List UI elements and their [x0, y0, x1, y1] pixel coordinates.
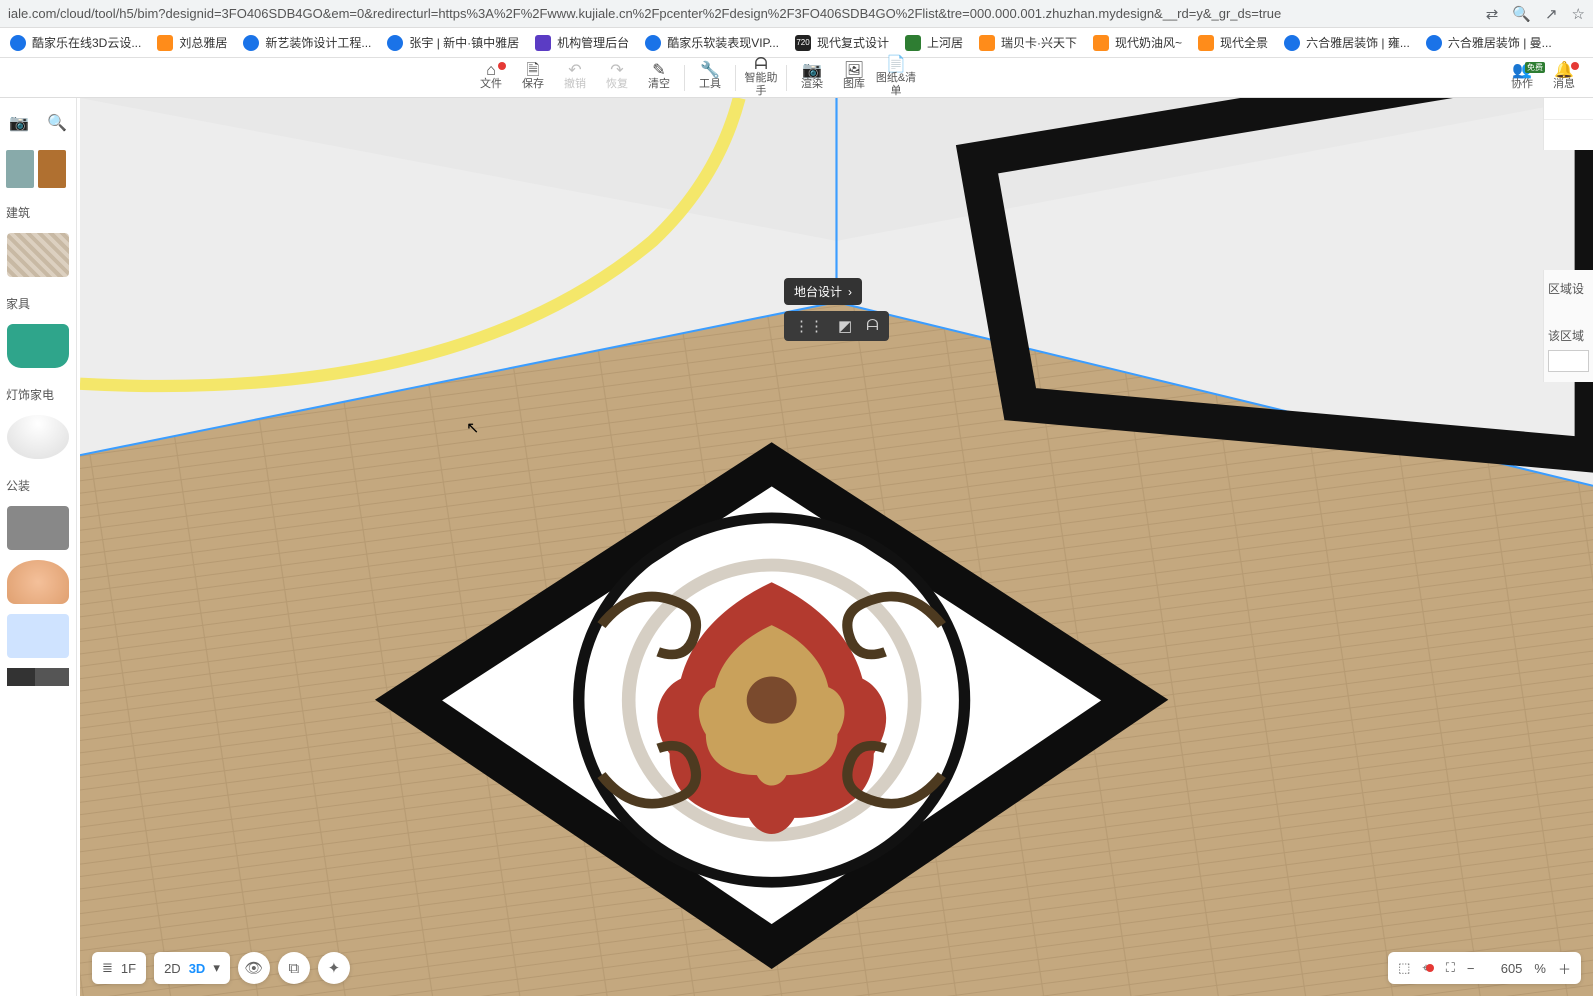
- thumb-figure[interactable]: [7, 560, 69, 604]
- page-url[interactable]: iale.com/cloud/tool/h5/bim?designid=3FO4…: [8, 6, 1486, 21]
- bookmark-item[interactable]: 现代全景: [1194, 32, 1272, 53]
- thumb-misc[interactable]: [7, 614, 69, 658]
- region-panel: 区域设 该区域: [1543, 270, 1593, 382]
- chevron-down-icon: ▾: [213, 960, 220, 976]
- floor-selector[interactable]: ≣ 1F: [92, 952, 146, 984]
- scene-3d[interactable]: [80, 98, 1593, 996]
- region-title: 区域设: [1548, 280, 1589, 297]
- gallery-button[interactable]: 🖼图库: [833, 64, 875, 91]
- bookmark-item[interactable]: 瑞贝卡·兴天下: [975, 32, 1081, 53]
- view-toolbar: ≣ 1F 2D 3D ▾ 👁 ⧉ ✦: [92, 952, 350, 984]
- region-input[interactable]: [1548, 350, 1589, 372]
- app-toolbar: ⌂文件 🗎保存 ↶撤销 ↷恢复 ✎清空 🔧工具 ᗩ智能助手 📷渲染 🖼图库 📄图…: [0, 58, 1593, 98]
- zoom-icon[interactable]: 🔍: [1512, 5, 1531, 23]
- zoom-unit: %: [1534, 961, 1546, 976]
- select-tool-icon[interactable]: ⬚: [1398, 960, 1410, 976]
- thumb-lamp[interactable]: [7, 415, 69, 459]
- translate-icon[interactable]: ⇄: [1486, 5, 1499, 23]
- bookmark-item[interactable]: 上河居: [901, 32, 967, 53]
- bookmark-item[interactable]: 新艺装饰设计工程...: [239, 32, 375, 53]
- zoom-out-button[interactable]: −: [1467, 961, 1475, 976]
- bookmark-item[interactable]: 现代奶油风~: [1089, 32, 1186, 53]
- copy-button[interactable]: ⧉: [278, 952, 310, 984]
- compass-button[interactable]: ✦: [318, 952, 350, 984]
- mode-3d[interactable]: 3D: [189, 961, 206, 976]
- save-button[interactable]: 🗎保存: [512, 64, 554, 91]
- ai-helper-button[interactable]: ᗩ智能助手: [740, 58, 782, 98]
- thumb-switch[interactable]: [7, 668, 69, 686]
- fit-screen-icon[interactable]: ⛶: [1446, 960, 1455, 976]
- cat-furniture[interactable]: 家具: [6, 291, 76, 316]
- left-sidebar: 📷 🔍 建筑 家具 灯饰家电 公装: [0, 98, 77, 996]
- view-mode-toggle[interactable]: 2D 3D ▾: [154, 952, 230, 984]
- bookmark-item[interactable]: 720现代复式设计: [791, 32, 893, 53]
- zoom-value: 605: [1486, 961, 1522, 976]
- bookmark-item[interactable]: 六合雅居装饰 | 曼...: [1422, 32, 1556, 53]
- drag-handle-icon[interactable]: ⋮⋮: [794, 317, 824, 335]
- search-icon[interactable]: 🔍: [47, 113, 67, 133]
- thumb-table[interactable]: [7, 506, 69, 550]
- material-thumb[interactable]: [38, 150, 66, 188]
- mode-2d[interactable]: 2D: [164, 961, 181, 976]
- browser-url-bar: iale.com/cloud/tool/h5/bim?designid=3FO4…: [0, 0, 1593, 28]
- camera-icon[interactable]: 📷: [9, 113, 29, 133]
- bookmarks-bar: 酷家乐在线3D云设... 刘总雅居 新艺装饰设计工程... 张宇 | 新中·镇中…: [0, 28, 1593, 58]
- collab-button[interactable]: 免费👥协作: [1501, 64, 1543, 91]
- thumb-stairs[interactable]: [7, 233, 69, 277]
- zoom-in-button[interactable]: ＋: [1558, 959, 1571, 978]
- right-panel: [1543, 98, 1593, 150]
- star-icon[interactable]: ☆: [1572, 5, 1585, 23]
- chevron-right-icon: ›: [848, 285, 852, 299]
- tools-menu[interactable]: 🔧工具: [689, 64, 731, 91]
- layers-icon: ≣: [102, 960, 113, 976]
- clear-button[interactable]: ✎清空: [638, 64, 680, 91]
- bookmark-item[interactable]: 酷家乐软装表现VIP...: [641, 32, 783, 53]
- context-label[interactable]: 地台设计›: [784, 278, 862, 305]
- eraser-icon[interactable]: ◩: [838, 317, 852, 335]
- context-toolbar: ⋮⋮ ◩ ᗩ: [784, 311, 889, 341]
- file-menu[interactable]: ⌂文件: [470, 64, 512, 91]
- cat-lighting[interactable]: 灯饰家电: [6, 382, 76, 407]
- cat-build[interactable]: 建筑: [6, 200, 76, 225]
- cat-public[interactable]: 公装: [6, 473, 76, 498]
- share-icon[interactable]: ↗: [1545, 5, 1558, 23]
- bookmark-item[interactable]: 刘总雅居: [153, 32, 231, 53]
- design-canvas[interactable]: 地台设计› ⋮⋮ ◩ ᗩ ↖ ≣ 1F 2D 3D ▾ 👁 ⧉ ✦ ⬚ ⌖ ⛶ …: [80, 98, 1593, 996]
- material-thumb[interactable]: [6, 150, 34, 188]
- region-tip: 该区域: [1548, 327, 1589, 344]
- render-button[interactable]: 📷渲染: [791, 64, 833, 91]
- bookmark-item[interactable]: 张宇 | 新中·镇中雅居: [383, 32, 523, 53]
- context-popover: 地台设计› ⋮⋮ ◩ ᗩ: [784, 278, 889, 341]
- thumb-sofa[interactable]: [7, 324, 69, 368]
- redo-button[interactable]: ↷恢复: [596, 64, 638, 91]
- undo-button[interactable]: ↶撤销: [554, 64, 596, 91]
- bookmark-item[interactable]: 六合雅居装饰 | 雍...: [1280, 32, 1414, 53]
- messages-button[interactable]: 🔔消息: [1543, 64, 1585, 91]
- ai-fill-icon[interactable]: ᗩ: [866, 317, 878, 335]
- bookmark-item[interactable]: 机构管理后台: [531, 32, 633, 53]
- zoom-toolbar: ⬚ ⌖ ⛶ − 605 % ＋: [1388, 952, 1581, 984]
- visibility-button[interactable]: 👁: [238, 952, 270, 984]
- bookmark-item[interactable]: 酷家乐在线3D云设...: [6, 32, 145, 53]
- target-icon[interactable]: ⌖: [1422, 960, 1433, 976]
- drawings-button[interactable]: 📄图纸&清单: [875, 58, 917, 98]
